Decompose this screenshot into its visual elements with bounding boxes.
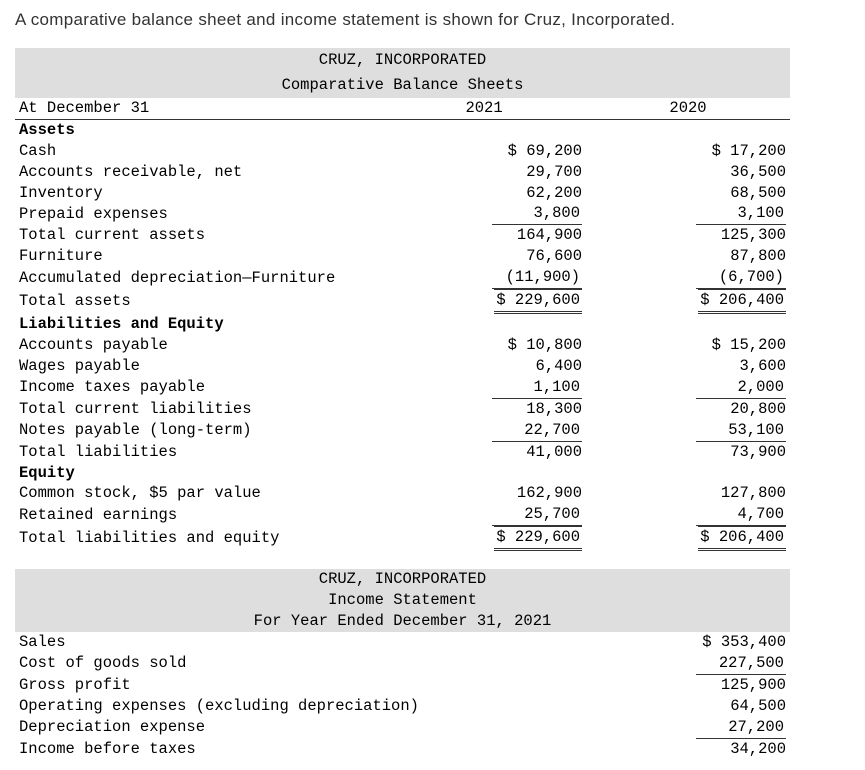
- table-row-label: Prepaid expenses: [15, 203, 382, 225]
- table-row-label: Accounts payable: [15, 335, 382, 356]
- table-row-label: Depreciation expense: [15, 717, 538, 739]
- table-row-label: Income before taxes: [15, 739, 538, 760]
- bs-title1: CRUZ, INCORPORATED: [15, 48, 790, 73]
- table-row-value: 29,700: [382, 162, 586, 183]
- table-row-label: Total current liabilities: [15, 399, 382, 420]
- bs-colhdr-y2: 2020: [586, 98, 790, 119]
- bs-section-assets: Assets: [15, 119, 382, 140]
- table-row-label: Total liabilities: [15, 442, 382, 463]
- table-row-value: 64,500: [538, 696, 790, 717]
- table-row-label: Total liabilities and equity: [15, 526, 382, 551]
- table-row-value: 62,200: [382, 183, 586, 204]
- table-row-value: (6,700): [586, 267, 790, 289]
- table-row-value: 6,400: [382, 356, 586, 377]
- bs-section-liab: Liabilities and Equity: [15, 314, 382, 335]
- table-row-value: 34,200: [538, 739, 790, 760]
- table-row-value: $ 69,200: [382, 141, 586, 162]
- table-row-value: 53,100: [586, 420, 790, 442]
- table-row-value: $ 353,400: [538, 632, 790, 653]
- table-row-label: Furniture: [15, 246, 382, 267]
- table-row-value: $ 10,800: [382, 335, 586, 356]
- table-row-value: $ 206,400: [586, 526, 790, 551]
- table-row-value: 18,300: [382, 399, 586, 420]
- table-row-value: 2,000: [586, 377, 790, 399]
- table-row-value: 4,700: [586, 504, 790, 526]
- table-row-label: Common stock, $5 par value: [15, 483, 382, 504]
- table-row-value: 3,100: [586, 203, 790, 225]
- bs-title2: Comparative Balance Sheets: [15, 73, 790, 98]
- table-row-value: 164,900: [382, 225, 586, 246]
- table-row-value: 127,800: [586, 483, 790, 504]
- table-row-label: Sales: [15, 632, 538, 653]
- table-row-value: 3,800: [382, 203, 586, 225]
- income-statement-table: CRUZ, INCORPORATED Income Statement For …: [15, 569, 790, 759]
- bs-section-eq: Equity: [15, 463, 382, 484]
- table-row-label: Income taxes payable: [15, 377, 382, 399]
- intro-text: A comparative balance sheet and income s…: [15, 10, 850, 30]
- table-row-value: $ 229,600: [382, 526, 586, 551]
- table-row-value: 41,000: [382, 442, 586, 463]
- table-row-value: 25,700: [382, 504, 586, 526]
- table-row-value: 125,900: [538, 675, 790, 696]
- table-row-label: Notes payable (long-term): [15, 420, 382, 442]
- table-row-value: 125,300: [586, 225, 790, 246]
- balance-sheet-table: CRUZ, INCORPORATED Comparative Balance S…: [15, 48, 790, 551]
- table-row-value: 22,700: [382, 420, 586, 442]
- table-row-value: 73,900: [586, 442, 790, 463]
- table-row-label: Retained earnings: [15, 504, 382, 526]
- table-row-label: Inventory: [15, 183, 382, 204]
- table-row-label: Accumulated depreciation—Furniture: [15, 267, 382, 289]
- table-row-value: 36,500: [586, 162, 790, 183]
- table-row-label: Accounts receivable, net: [15, 162, 382, 183]
- table-row-value: 76,600: [382, 246, 586, 267]
- bs-colhdr-y1: 2021: [382, 98, 586, 119]
- bs-colhdr-label: At December 31: [15, 98, 382, 119]
- table-row-value: 227,500: [538, 653, 790, 675]
- table-row-value: $ 17,200: [586, 141, 790, 162]
- table-row-label: Wages payable: [15, 356, 382, 377]
- table-row-value: 87,800: [586, 246, 790, 267]
- table-row-label: Total assets: [15, 289, 382, 314]
- table-row-value: 3,600: [586, 356, 790, 377]
- table-row-label: Operating expenses (excluding depreciati…: [15, 696, 538, 717]
- table-row-value: 27,200: [538, 717, 790, 739]
- table-row-label: Gross profit: [15, 675, 538, 696]
- table-row-value: $ 206,400: [586, 289, 790, 314]
- table-row-value: (11,900): [382, 267, 586, 289]
- table-row-value: $ 229,600: [382, 289, 586, 314]
- table-row-label: Total current assets: [15, 225, 382, 246]
- is-title1: CRUZ, INCORPORATED: [15, 569, 790, 590]
- is-title2: Income Statement: [15, 590, 790, 611]
- table-row-label: Cost of goods sold: [15, 653, 538, 675]
- is-title3: For Year Ended December 31, 2021: [15, 611, 790, 632]
- table-row-value: $ 15,200: [586, 335, 790, 356]
- table-row-value: 1,100: [382, 377, 586, 399]
- table-row-label: Cash: [15, 141, 382, 162]
- table-row-value: 162,900: [382, 483, 586, 504]
- table-row-value: 68,500: [586, 183, 790, 204]
- table-row-value: 20,800: [586, 399, 790, 420]
